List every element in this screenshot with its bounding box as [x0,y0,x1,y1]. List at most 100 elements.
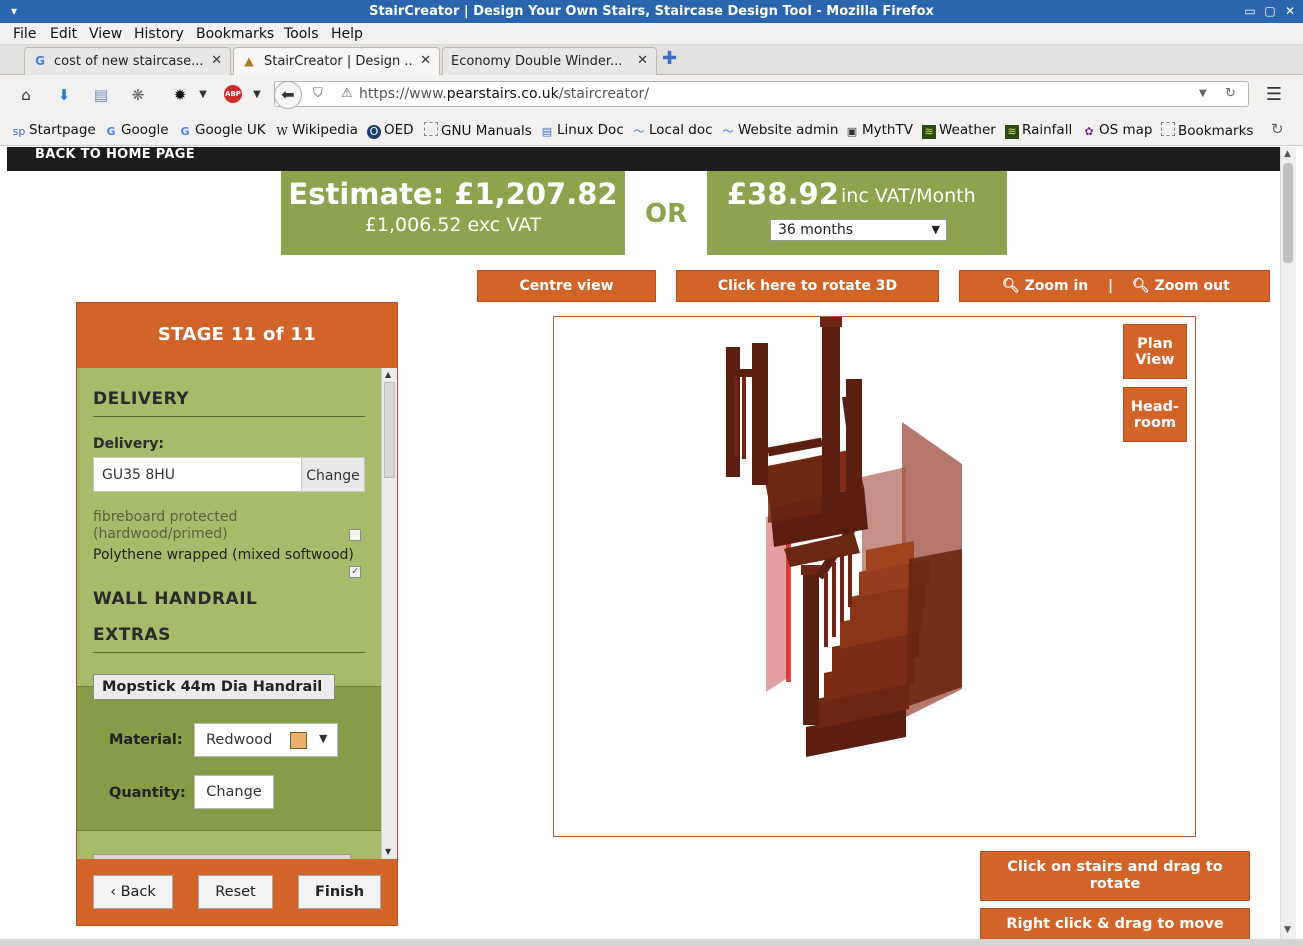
centre-view-button[interactable]: Centre view [477,270,656,302]
outer-stringer [906,549,962,707]
back-arrow-icon[interactable]: ⬅ [274,81,302,109]
menu-view[interactable]: View [89,26,122,42]
material-select[interactable]: Redwood ▼ [194,723,338,757]
landing-handrail [767,437,823,457]
bookmark-wikipedia[interactable]: W Wikipedia [275,122,358,139]
minimize-icon[interactable]: ▭ [1242,3,1258,19]
extras-heading: EXTRAS [93,625,365,653]
back-button[interactable]: ‹ Back [93,875,173,909]
bookmark-website-admin[interactable]: 〜 Website admin [721,122,839,139]
menu-bar: File Edit View History Bookmarks Tools H… [0,23,1303,45]
mid-newel-post [846,379,862,529]
sync-icon[interactable]: ↻ [1271,120,1284,138]
bookmark-rainfall[interactable]: ≋ Rainfall [1005,122,1072,139]
menu-tools[interactable]: Tools [284,26,319,42]
chevron-down-icon[interactable]: ▼ [247,85,267,105]
window-bottom-edge [0,939,1303,945]
quantity-change-button[interactable]: Change [194,775,274,809]
finance-term-select[interactable]: 36 months ▼ [770,219,947,241]
close-tab-icon[interactable]: ✕ [420,53,431,68]
postcode-field[interactable]: GU35 8HU Change [93,457,365,492]
fibreboard-checkbox[interactable] [349,529,361,541]
extension-icon[interactable]: ❋ [128,85,148,105]
quantity-label: Quantity: [109,785,186,801]
tab-label: cost of new staircase... [54,54,204,69]
adblock-icon[interactable]: ABP [224,85,242,103]
reset-button[interactable]: Reset [198,875,273,909]
zoom-in-button[interactable]: 🔍︎ Zoom in [1002,271,1088,301]
panel-scroll-thumb[interactable] [384,382,395,478]
scroll-down-icon[interactable]: ▼ [385,847,391,856]
monthly-amount: £38.92 [727,177,839,211]
os-map-icon: ✿ [1084,125,1094,138]
close-tab-icon[interactable]: ✕ [637,53,648,68]
tab-label: StairCreator | Design ... [264,54,414,69]
page-scroll-thumb[interactable] [1283,163,1293,263]
menu-file[interactable]: File [13,26,36,42]
address-bar[interactable]: ⛉ ⚠ https://www.pearstairs.co.uk/staircr… [274,81,1249,107]
page-scrollbar[interactable]: ▲ ▼ [1280,147,1296,939]
upper-newel-right [752,343,768,485]
main-newel-post [822,321,840,529]
navigation-bar: ⌂ ⬇ ▤ ❋ ✹ ▼ ABP ▼ ⬅ ⛉ ⚠ https://www.pear… [0,75,1303,113]
document-icon: ▤ [541,125,553,138]
menu-bookmarks[interactable]: Bookmarks [196,26,274,42]
stage-options-scroll: DELIVERY Delivery: GU35 8HU Change fibre… [77,368,381,859]
settings-gear-icon[interactable]: ✹ [170,85,190,105]
header-bar: BACK TO HOME PAGE [7,147,1280,171]
reload-icon[interactable]: ↻ [1225,86,1236,101]
delivery-label: Delivery: [93,436,164,452]
page-icon[interactable]: ▤ [91,85,111,105]
home-icon[interactable]: ⌂ [16,85,36,105]
wave-icon: 〜 [722,125,734,138]
bookmark-os-map[interactable]: ✿ OS map [1082,122,1152,139]
chevron-down-icon[interactable]: ▼ [193,85,213,105]
url-text[interactable]: https://www.pearstairs.co.uk/staircreato… [359,86,649,102]
polythene-checkbox[interactable]: ✓ [349,566,361,578]
download-icon[interactable]: ⬇ [54,85,74,105]
tab-google-search[interactable]: G cost of new staircase... ✕ [24,47,231,75]
stage-footer: ‹ Back Reset Finish [77,859,397,925]
menu-history[interactable]: History [134,26,184,42]
headroom-button[interactable]: Head-room [1123,387,1187,442]
back-to-home-link[interactable]: BACK TO HOME PAGE [35,147,195,162]
scroll-down-icon[interactable]: ▼ [1284,925,1291,935]
bookmark-local-doc[interactable]: 〜 Local doc [632,122,713,139]
drag-rotate-hint-button[interactable]: Click on stairs and drag to rotate [980,851,1250,901]
maximize-icon[interactable]: ▢ [1262,3,1278,19]
finish-button[interactable]: Finish [298,875,381,909]
bookmark-google-uk[interactable]: G Google UK [178,122,265,139]
new-tab-icon[interactable]: ✚ [662,50,678,68]
dropdown-icon[interactable]: ▼ [1199,88,1207,99]
scroll-up-icon[interactable]: ▲ [385,370,391,379]
landing-balustrade [768,455,822,523]
menu-edit[interactable]: Edit [50,26,77,42]
staircase-render[interactable] [554,317,1196,837]
bookmark-oed[interactable]: O OED [367,122,414,139]
plan-view-button[interactable]: Plan View [1123,324,1187,379]
lower-newel-post [803,573,819,725]
tab-economy-winder[interactable]: Economy Double Winder... ✕ [442,47,657,75]
scroll-up-icon[interactable]: ▲ [1284,149,1291,159]
bookmark-mythtv[interactable]: ▣ MythTV [845,122,913,139]
zoom-out-button[interactable]: 🔍︎ Zoom out [1132,271,1230,301]
staircreator-icon: ▲ [244,54,254,68]
close-window-icon[interactable]: ✕ [1282,3,1298,19]
rotate-3d-button[interactable]: Click here to rotate 3D [676,270,939,302]
panel-scrollbar[interactable]: ▲ ▼ [381,368,397,859]
bookmark-weather[interactable]: ≋ Weather [922,122,996,139]
bookmark-google[interactable]: G Google [104,122,168,139]
polythene-option-label: Polythene wrapped (mixed softwood) [93,547,354,563]
change-postcode-button[interactable]: Change [301,458,364,491]
bookmark-gnu-manuals[interactable]: GNU Manuals [424,122,532,139]
bookmark-bookmarks-folder[interactable]: Bookmarks [1161,122,1253,139]
google-icon: G [106,125,116,138]
hamburger-menu-icon[interactable]: ☰ [1264,85,1284,105]
tab-staircreator[interactable]: ▲ StairCreator | Design ... ✕ [233,47,440,75]
bookmark-linux-doc[interactable]: ▤ Linux Doc [540,122,624,139]
menu-help[interactable]: Help [331,26,363,42]
close-tab-icon[interactable]: ✕ [211,53,222,68]
bookmark-startpage[interactable]: sp Startpage [12,122,96,139]
stair-3d-viewer[interactable]: Plan View Head-room [553,316,1196,837]
handrail-item-title[interactable]: Mopstick 44m Dia Handrail [93,674,335,700]
